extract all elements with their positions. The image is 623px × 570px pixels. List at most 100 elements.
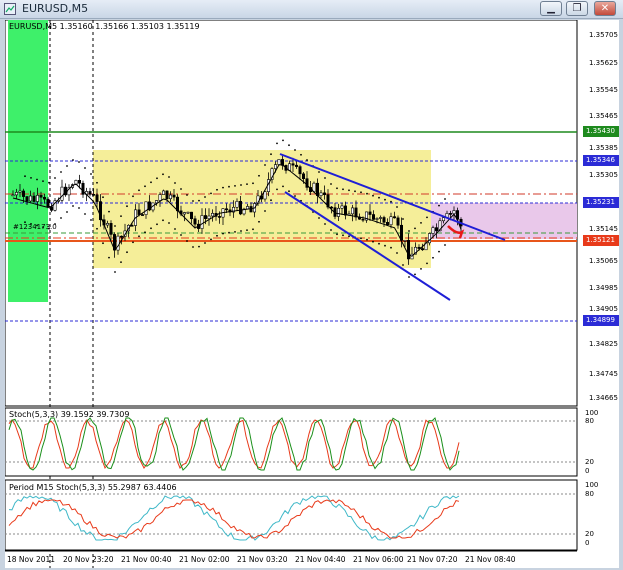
candle-body: [15, 192, 19, 196]
envelope-dot: [126, 251, 128, 254]
time-label: 20 Nov 23:20: [63, 555, 114, 564]
time-label: 18 Nov 2011: [7, 555, 56, 564]
envelope-dot: [402, 218, 404, 220]
candle-body: [204, 215, 208, 219]
envelope-dot: [246, 229, 248, 232]
candle-body: [137, 209, 141, 215]
envelope-dot: [90, 173, 92, 175]
envelope-dot: [102, 242, 104, 245]
envelope-dot: [168, 222, 170, 224]
envelope-dot: [288, 190, 290, 193]
candle-body: [144, 201, 148, 215]
candle-body: [441, 217, 445, 222]
envelope-dot: [48, 181, 50, 184]
envelope-dot: [36, 178, 38, 181]
candle-body: [176, 196, 180, 212]
restore-button[interactable]: ❐: [566, 1, 588, 16]
envelope-dot: [258, 220, 260, 223]
candle-body: [165, 190, 169, 200]
time-label: 21 Nov 04:40: [295, 555, 346, 564]
envelope-dot: [114, 225, 116, 227]
candle-body: [60, 186, 64, 201]
candle-body: [109, 223, 113, 235]
envelope-dot: [180, 234, 182, 236]
candle-body: [350, 207, 354, 215]
envelope-dot: [438, 250, 440, 253]
envelope-dot: [180, 188, 182, 190]
candle-body: [298, 166, 302, 175]
envelope-dot: [144, 231, 146, 234]
envelope-dot: [438, 204, 440, 207]
candle-body: [172, 194, 176, 198]
close-button[interactable]: ✕: [594, 1, 616, 16]
envelope-dot: [162, 173, 164, 176]
price-tick: 1.34905: [589, 305, 618, 313]
candle-body: [396, 217, 400, 226]
price-tick: 1.35145: [589, 225, 618, 233]
envelope-dot: [66, 165, 68, 167]
candle-body: [42, 196, 46, 200]
envelope-dot: [246, 183, 248, 186]
envelope-dot: [192, 246, 194, 248]
candle-body: [186, 211, 190, 214]
envelope-dot: [144, 185, 146, 188]
candle-body: [340, 205, 344, 209]
envelope-dot: [198, 245, 200, 248]
candle-body: [273, 164, 277, 169]
candle-body: [420, 248, 424, 251]
price-tick: 1.34745: [589, 370, 618, 378]
envelope-dot: [408, 276, 410, 278]
candle-body: [141, 214, 145, 216]
envelope-dot: [426, 216, 428, 219]
price-tick: 1.34985: [589, 284, 618, 292]
minimize-button[interactable]: ▁: [540, 1, 562, 16]
period-stoch-header: Period M15 Stoch(5,3,3) 55.2987 63.4406: [9, 483, 177, 492]
envelope-dot: [366, 192, 368, 195]
envelope-dot: [54, 177, 56, 179]
envelope-dot: [72, 159, 74, 161]
envelope-dot: [336, 187, 338, 190]
candle-body: [169, 194, 173, 200]
candle-body: [403, 240, 407, 242]
envelope-dot: [174, 182, 176, 184]
envelope-dot: [390, 246, 392, 249]
envelope-dot: [270, 199, 272, 202]
envelope-dot: [414, 227, 416, 230]
envelope-dot: [84, 213, 86, 215]
envelope-dot: [72, 205, 74, 207]
candle-body: [225, 208, 229, 211]
candle-body: [28, 195, 32, 202]
time-label: 21 Nov 08:40: [465, 555, 516, 564]
envelope-dot: [240, 230, 242, 232]
envelope-dot: [108, 210, 110, 213]
envelope-dot: [384, 198, 386, 201]
envelope-dot: [330, 183, 332, 185]
envelope-dot: [444, 198, 446, 200]
candle-body: [291, 163, 295, 166]
envelope-dot: [24, 175, 26, 178]
envelope-dot: [60, 217, 62, 219]
envelope-dot: [132, 195, 134, 198]
candle-body: [207, 215, 211, 219]
envelope-dot: [228, 231, 230, 234]
envelope-dot: [324, 177, 326, 179]
candle-body: [434, 227, 438, 232]
candle-body: [239, 200, 243, 215]
envelope-dot: [60, 171, 62, 173]
envelope-dot: [138, 189, 140, 192]
chart-window[interactable]: EURUSD,M5 1.35160 1.35166 1.35103 1.3511…: [5, 20, 619, 568]
period-tick: 20: [585, 530, 594, 538]
envelope-dot: [372, 194, 374, 197]
candle-body: [235, 200, 239, 208]
candle-body: [375, 218, 379, 220]
envelope-dot: [390, 200, 392, 203]
envelope-dot: [186, 194, 188, 196]
envelope-dot: [252, 228, 254, 231]
envelope-dot: [222, 232, 224, 235]
candle-body: [382, 217, 386, 223]
envelope-dot: [204, 242, 206, 244]
candle-body: [431, 227, 435, 234]
envelope-dot: [276, 142, 278, 145]
candle-body: [368, 211, 372, 215]
time-label: 21 Nov 02:00: [179, 555, 230, 564]
